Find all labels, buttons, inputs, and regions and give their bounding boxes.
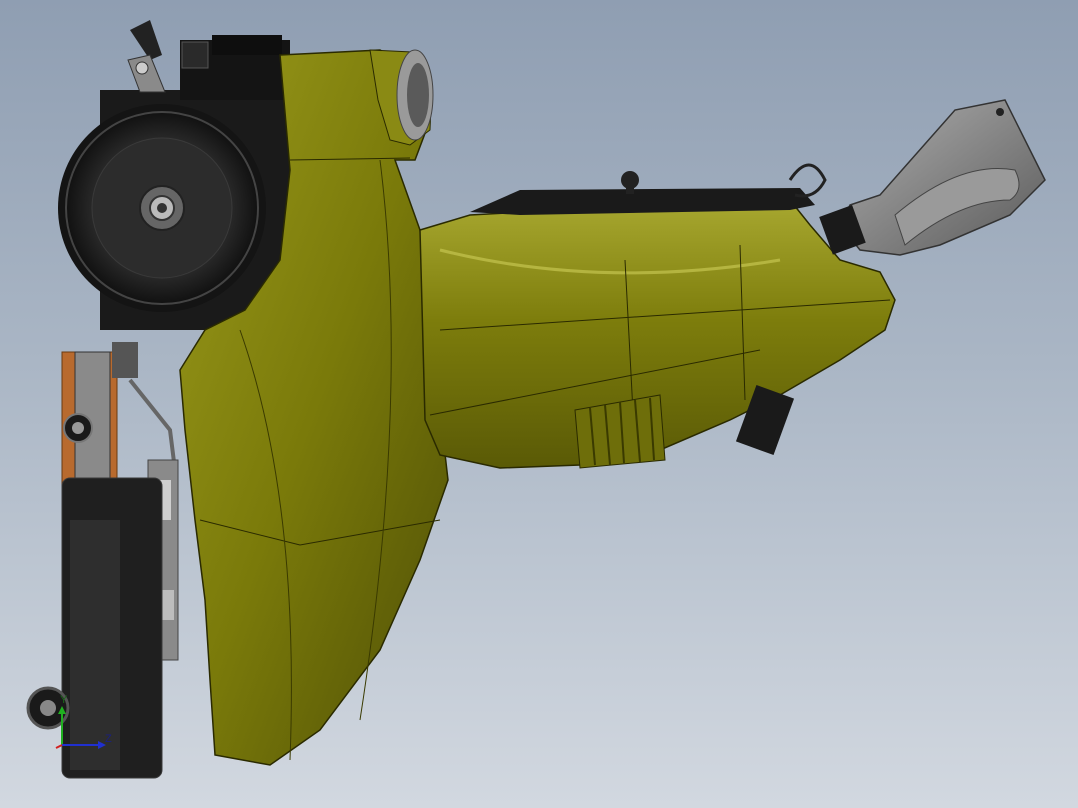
cad-model-scene[interactable]: Y Z bbox=[0, 0, 1078, 808]
y-axis-label: Y bbox=[60, 694, 68, 706]
x-axis-arrow bbox=[55, 744, 63, 749]
lower-housing bbox=[26, 477, 163, 779]
z-axis-label: Z bbox=[105, 733, 112, 745]
body-arm bbox=[419, 199, 896, 469]
pulley-wheel bbox=[58, 104, 266, 312]
handle-assembly bbox=[819, 99, 1046, 256]
cad-3d-viewport[interactable]: Y Z bbox=[0, 0, 1078, 808]
